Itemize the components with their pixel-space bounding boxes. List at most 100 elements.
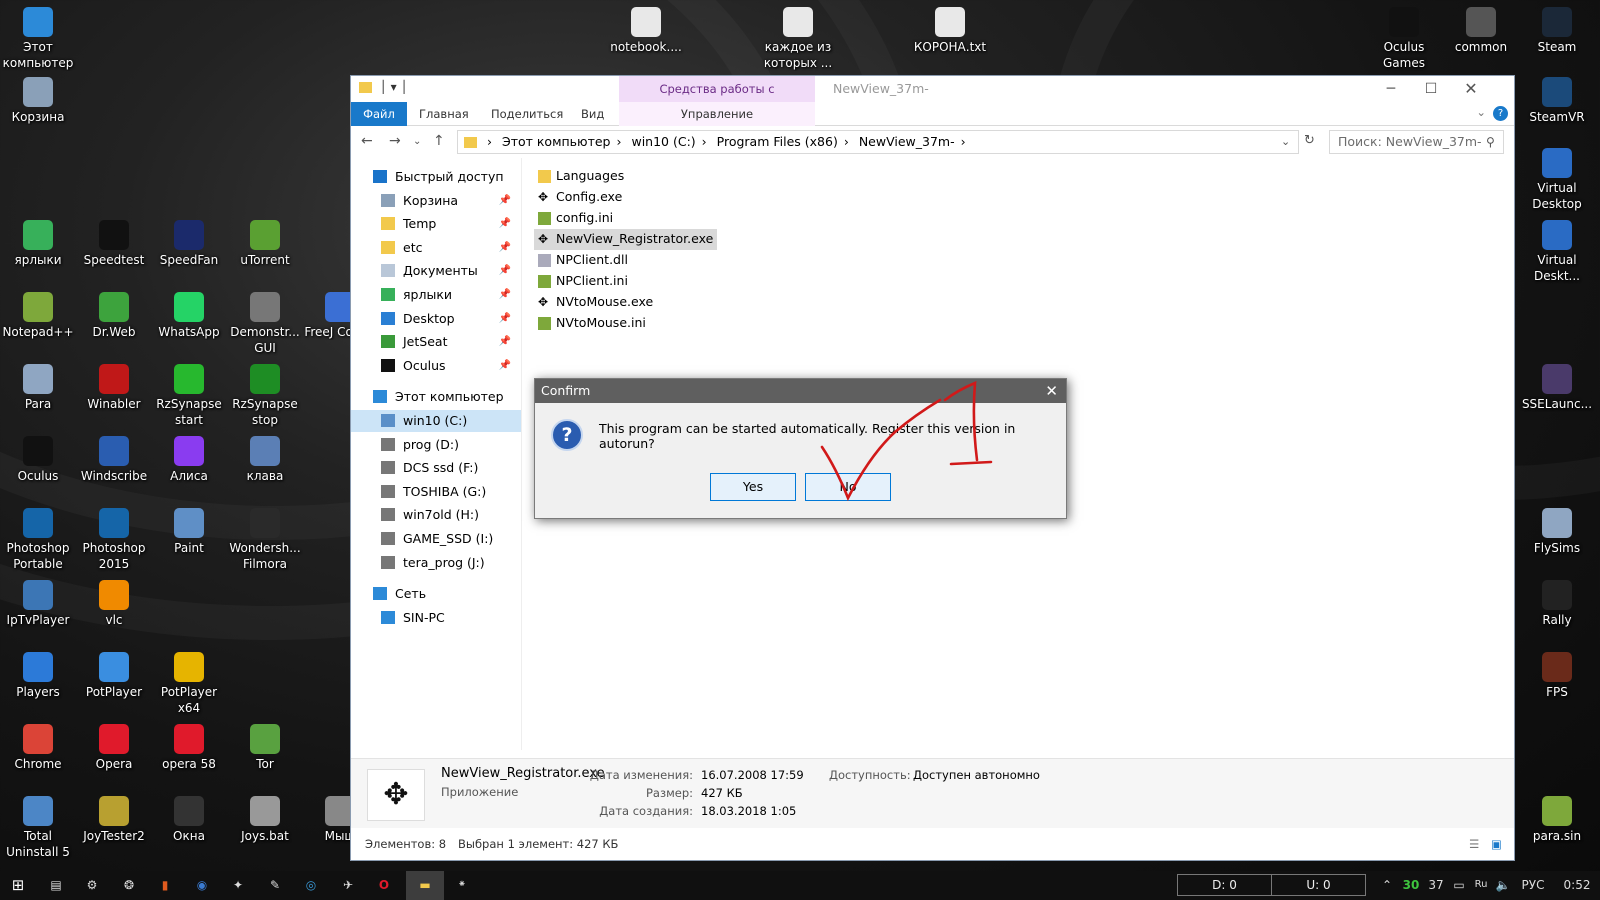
no-button[interactable]: No (805, 473, 891, 501)
nav-item-15[interactable]: GAME_SSD (I:) (351, 528, 521, 550)
file-item-6[interactable]: ✥ NVtoMouse.exe (534, 292, 657, 313)
pin-icon[interactable]: 📌 (499, 260, 511, 282)
gamepad-icon[interactable]: ✦ (229, 876, 247, 894)
paint-taskbar-icon[interactable]: ✎ (266, 876, 284, 894)
nav-item-12[interactable]: DCS ssd (F:) (351, 457, 521, 479)
desktop-left-icon-13[interactable]: RzSynapse start (151, 360, 227, 428)
desktop-left-icon-26[interactable]: PotPlayer (76, 648, 152, 716)
desktop-left-icon-20[interactable]: Photoshop 2015 (76, 504, 152, 572)
file-item-0[interactable]: Languages (534, 166, 628, 187)
address-dropdown-icon[interactable]: ⌄ (1281, 135, 1290, 148)
pin-icon[interactable]: 📌 (499, 237, 511, 259)
desktop-left-icon-19[interactable]: Photoshop Portable (0, 504, 76, 572)
desktop-right-icon-5[interactable]: Virtual Deskt... (1519, 216, 1595, 284)
file-item-2[interactable]: config.ini (534, 208, 617, 229)
confirm-taskbar-icon[interactable]: ⁕ (453, 876, 471, 894)
desktop-left-icon-25[interactable]: Players (0, 648, 76, 716)
file-item-1[interactable]: ✥ Config.exe (534, 187, 626, 208)
navigation-pane[interactable]: Быстрый доступ Корзина 📌 Temp 📌 etc 📌 Документы… (351, 158, 521, 750)
desktop-right-icon-0[interactable]: Oculus Games (1366, 3, 1442, 71)
nav-item-18[interactable]: SIN-PC (351, 607, 521, 629)
nav-item-2[interactable]: Temp 📌 (351, 213, 521, 235)
desktop-top-icon-1[interactable]: каждое из которых ... (760, 3, 836, 71)
desktop-left-icon-4[interactable]: SpeedFan (151, 216, 227, 284)
desktop-left-icon-27[interactable]: PotPlayer x64 (151, 648, 227, 716)
nav-item-14[interactable]: win7old (H:) (351, 504, 521, 526)
pin-icon[interactable]: 📌 (499, 308, 511, 330)
desktop-left-icon-9[interactable]: Demonstr... GUI (227, 288, 303, 356)
dialog-titlebar[interactable]: Confirm ✕ (535, 379, 1066, 403)
plane-icon[interactable]: ✈ (339, 876, 357, 894)
refresh-icon[interactable]: ↻ (1304, 133, 1315, 148)
desktop-right-icon-2[interactable]: Steam (1519, 3, 1595, 71)
desktop-left-icon-30[interactable]: opera 58 (151, 720, 227, 788)
desktop-left-icon-31[interactable]: Tor (227, 720, 303, 788)
desktop-left-icon-33[interactable]: JoyTester2 (76, 792, 152, 860)
desktop-right-icon-1[interactable]: common (1443, 3, 1519, 71)
explorer-titlebar[interactable]: │ ▾ │ Средства работы с приложениями New… (351, 76, 1514, 122)
desktop-right-icon-4[interactable]: Virtual Desktop (1519, 144, 1595, 212)
details-view-icon[interactable]: ☰ (1469, 828, 1479, 860)
tab-home[interactable]: Главная (407, 102, 481, 126)
close-button[interactable]: ✕ (1451, 76, 1491, 102)
clock[interactable]: 0:52 (1560, 876, 1594, 894)
large-icons-view-icon[interactable]: ▣ (1491, 828, 1502, 860)
file-item-4[interactable]: NPClient.dll (534, 250, 632, 271)
file-item-5[interactable]: NPClient.ini (534, 271, 632, 292)
help-icon[interactable]: ? (1493, 106, 1508, 121)
search-input[interactable]: Поиск: NewView_37m- (1329, 130, 1504, 154)
desktop-left-icon-32[interactable]: Total Uninstall 5 (0, 792, 76, 860)
breadcrumb-drive[interactable]: win10 (C:) (631, 134, 695, 149)
desktop-left-icon-7[interactable]: Dr.Web (76, 288, 152, 356)
desktop-top-icon-0[interactable]: notebook.... (608, 3, 684, 71)
confirm-dialog[interactable]: Confirm ✕ ? This program can be started … (534, 378, 1067, 519)
desktop-left-icon-24[interactable]: vlc (76, 576, 152, 644)
desktop-left-icon-0[interactable]: Этот компьютер (0, 3, 76, 71)
desktop-top-icon-2[interactable]: КОРОНА.txt (912, 3, 988, 71)
desktop-left-icon-1[interactable]: Корзина (0, 73, 76, 141)
tray-app-icon[interactable]: ❂ (120, 876, 138, 894)
desktop-left-icon-18[interactable]: клава (227, 432, 303, 500)
desktop-left-icon-29[interactable]: Opera (76, 720, 152, 788)
quick-access-toolbar[interactable]: │ ▾ │ (359, 80, 408, 94)
nav-item-10[interactable]: win10 (C:) (351, 410, 521, 432)
dialog-close-button[interactable]: ✕ (1045, 379, 1058, 403)
pin-icon[interactable]: 📌 (499, 355, 511, 377)
desktop-right-icon-6[interactable]: SSELaunc... (1519, 360, 1595, 428)
desktop-left-icon-16[interactable]: Windscribe (76, 432, 152, 500)
nav-item-5[interactable]: ярлыки 📌 (351, 284, 521, 306)
steam-taskbar-icon[interactable]: ◎ (302, 876, 320, 894)
breadcrumb-current-folder[interactable]: NewView_37m- (859, 134, 955, 149)
desktop-right-icon-7[interactable]: FlySims (1519, 504, 1595, 572)
up-arrow-icon[interactable]: ↑ (433, 133, 445, 149)
desktop-left-icon-3[interactable]: Speedtest (76, 216, 152, 284)
desktop-left-icon-14[interactable]: RzSynapse stop (227, 360, 303, 428)
nav-item-13[interactable]: TOSHIBA (G:) (351, 481, 521, 503)
pin-icon[interactable]: 📌 (499, 213, 511, 235)
nav-item-4[interactable]: Документы 📌 (351, 260, 521, 282)
desktop-right-icon-8[interactable]: Rally (1519, 576, 1595, 644)
pane-divider[interactable] (521, 158, 522, 750)
pin-icon[interactable]: 📌 (499, 284, 511, 306)
tab-share[interactable]: Поделиться (479, 102, 575, 126)
desktop-left-icon-17[interactable]: Алиса (151, 432, 227, 500)
file-item-7[interactable]: NVtoMouse.ini (534, 313, 650, 334)
address-bar[interactable]: › Этот компьютер › win10 (C:) › Program Fi… (457, 130, 1299, 154)
back-arrow-icon[interactable]: ← (361, 133, 373, 149)
monitor-app-icon[interactable]: ▮ (156, 876, 174, 894)
desktop-right-icon-10[interactable]: para.sin (1519, 792, 1595, 860)
desktop-left-icon-34[interactable]: Окна (151, 792, 227, 860)
desktop-left-icon-35[interactable]: Joys.bat (227, 792, 303, 860)
network-icon[interactable]: ▭ (1450, 876, 1468, 894)
tab-manage[interactable]: Управление (619, 102, 815, 126)
desktop-left-icon-15[interactable]: Oculus (0, 432, 76, 500)
nav-item-9[interactable]: Этот компьютер (351, 386, 521, 408)
settings-taskbar-icon[interactable]: ⚙ (83, 876, 101, 894)
pin-icon[interactable]: 📌 (499, 190, 511, 212)
recent-dropdown-icon[interactable]: ⌄ (413, 136, 421, 147)
desktop-left-icon-6[interactable]: Notepad++ (0, 288, 76, 356)
desktop-left-icon-23[interactable]: IpTvPlayer (0, 576, 76, 644)
show-hidden-icons-chevron[interactable]: ⌃ (1378, 876, 1396, 894)
nav-item-0[interactable]: Быстрый доступ (351, 166, 521, 188)
tab-view[interactable]: Вид (569, 102, 616, 126)
